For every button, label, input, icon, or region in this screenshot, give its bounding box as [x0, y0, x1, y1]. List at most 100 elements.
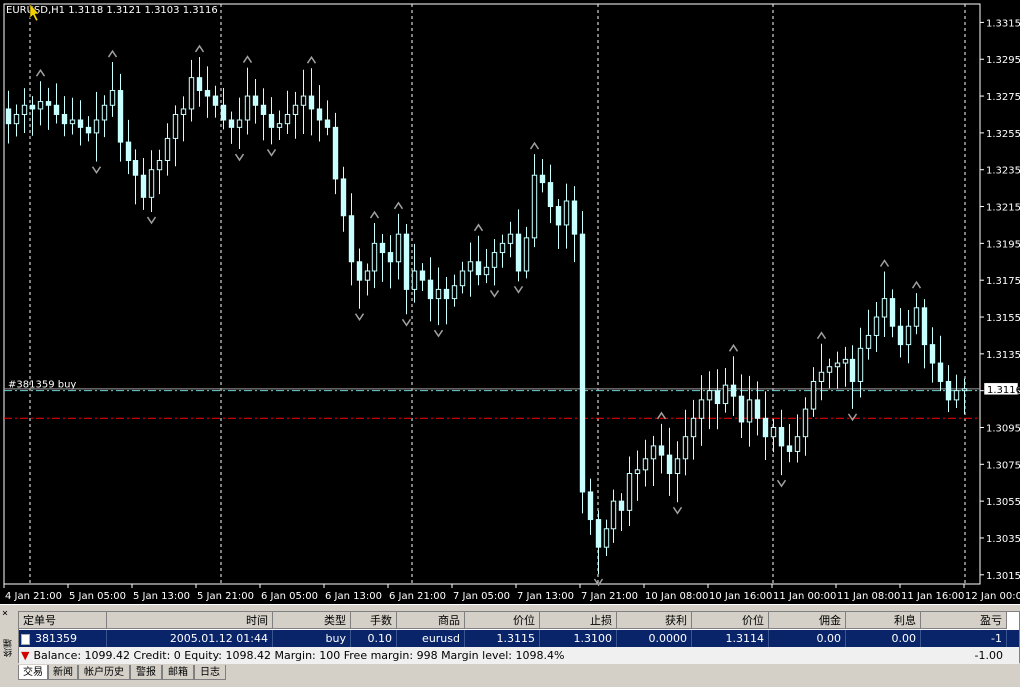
- order-commission: 0.00: [769, 630, 846, 647]
- fractal-up-arrow: [369, 210, 380, 219]
- candle-body: [244, 95, 251, 121]
- order-profit: -1: [921, 630, 1007, 647]
- col-header-type[interactable]: 类型: [273, 612, 351, 629]
- col-header-price[interactable]: 价位: [692, 612, 769, 629]
- candle-body: [794, 436, 801, 452]
- candle-body: [770, 426, 777, 438]
- time-tick-label: 10 Jan 16:00: [709, 591, 772, 602]
- col-header-time[interactable]: 时间: [107, 612, 273, 629]
- col-header-lots[interactable]: 手数: [351, 612, 397, 629]
- candle-body: [53, 104, 60, 115]
- tab-news[interactable]: 新闻: [48, 665, 78, 680]
- candle-body: [595, 519, 602, 548]
- candle-body: [29, 104, 36, 110]
- balance-profit: -1.00: [974, 649, 1003, 662]
- candle-body: [77, 119, 84, 128]
- order-row[interactable]: 381359 2005.01.12 01:44 buy 0.10 eurusd …: [19, 630, 1019, 647]
- col-header-open-price[interactable]: 价位: [465, 612, 540, 629]
- candle-body: [834, 362, 841, 368]
- candle-body: [236, 119, 243, 128]
- candle-body: [746, 399, 753, 423]
- candle-body: [435, 288, 442, 300]
- price-chart[interactable]: 1.3315 1.3295 1.3275 1.3255 1.3235 1.3215 1.31…: [0, 0, 1020, 604]
- order-take-profit: 0.0000: [617, 630, 692, 647]
- col-header-ticket[interactable]: 定单号: [19, 612, 107, 629]
- candle-body: [603, 528, 610, 548]
- candle-body: [953, 390, 960, 401]
- candle-body: [810, 380, 817, 410]
- orders-table: 定单号 时间 类型 手数 商品 价位 止损 获利 价位 佣金 利息 盈亏 381…: [18, 611, 1020, 664]
- candle-body: [252, 95, 259, 106]
- time-tick-label: 6 Jan 13:00: [325, 591, 382, 602]
- candle-body: [626, 473, 633, 511]
- order-icon: [21, 633, 30, 645]
- candle-body: [666, 454, 673, 475]
- candle-body: [873, 316, 880, 336]
- col-header-tp[interactable]: 获利: [617, 612, 692, 629]
- col-header-commission[interactable]: 佣金: [769, 612, 846, 629]
- candle-body: [610, 500, 617, 530]
- col-header-symbol[interactable]: 商品: [397, 612, 465, 629]
- order-type: buy: [273, 630, 351, 647]
- candle-body: [483, 266, 490, 276]
- fractal-up-arrow: [911, 280, 922, 289]
- candle-body: [650, 445, 657, 460]
- time-tick-label: 4 Jan 21:00: [5, 591, 62, 602]
- candle-body: [579, 233, 586, 493]
- candle-body: [117, 90, 124, 143]
- terminal-tabs: 交易 新闻 帐户历史 警报 邮箱 日志: [18, 665, 518, 681]
- candle-body: [698, 399, 705, 419]
- col-header-swap[interactable]: 利息: [846, 612, 921, 629]
- tab-journal[interactable]: 日志: [194, 665, 226, 680]
- current-price-label: 1.3116: [987, 385, 1020, 396]
- candle-body: [531, 174, 538, 239]
- candle-body: [364, 270, 371, 281]
- candle-body: [45, 101, 52, 106]
- tab-trade[interactable]: 交易: [18, 665, 48, 680]
- candle-body: [945, 380, 952, 401]
- time-tick-label: 6 Jan 05:00: [261, 591, 318, 602]
- time-tick-label: 7 Jan 21:00: [581, 591, 638, 602]
- time-tick-label: 12 Jan 00:00: [965, 591, 1020, 602]
- candle-body: [451, 285, 458, 300]
- chart-canvas[interactable]: 1.3315 1.3295 1.3275 1.3255 1.3235 1.3215 1.31…: [0, 0, 1020, 604]
- terminal-side-label: 终端: [4, 639, 14, 657]
- order-ticket-cell[interactable]: 381359: [19, 630, 107, 647]
- candle-body: [738, 395, 745, 423]
- candle-body: [196, 77, 203, 92]
- candle-body: [5, 108, 12, 125]
- balance-row: ▼ Balance: 1099.42 Credit: 0 Equity: 1098…: [19, 647, 1019, 664]
- price-tick-label: 1.3295: [986, 55, 1020, 66]
- candle-body: [706, 390, 713, 401]
- candle-body: [101, 104, 108, 121]
- candle-body: [730, 384, 737, 397]
- tab-account-history[interactable]: 帐户历史: [78, 665, 130, 680]
- time-tick-label: 6 Jan 21:00: [389, 591, 446, 602]
- candle-body: [881, 298, 888, 318]
- fractal-up-arrow: [879, 259, 890, 267]
- candle-body: [356, 261, 363, 281]
- col-header-sl[interactable]: 止损: [540, 612, 617, 629]
- tab-alerts[interactable]: 警报: [130, 665, 162, 680]
- candle-body: [371, 242, 378, 272]
- order-swap: 0.00: [846, 630, 921, 647]
- candle-body: [762, 417, 769, 438]
- fractal-down-arrow: [489, 290, 500, 298]
- candle-body: [475, 261, 482, 276]
- fractal-down-arrow: [266, 149, 277, 157]
- candle-body: [268, 113, 275, 128]
- candle-body: [499, 242, 506, 254]
- price-tick-label: 1.3175: [986, 276, 1020, 287]
- time-tick-label: 7 Jan 05:00: [453, 591, 510, 602]
- col-header-profit[interactable]: 盈亏: [921, 612, 1007, 629]
- close-icon[interactable]: ×: [2, 609, 12, 619]
- price-tick-label: 1.3235: [986, 166, 1020, 177]
- candle-body: [85, 126, 92, 134]
- candle-body: [467, 261, 474, 272]
- fractal-down-arrow: [91, 166, 102, 175]
- candle-body: [156, 160, 163, 171]
- candle-body: [491, 252, 498, 268]
- fractal-up-arrow: [242, 55, 253, 64]
- tab-mailbox[interactable]: 邮箱: [162, 665, 194, 680]
- arrow-down-icon: ▼: [21, 649, 30, 662]
